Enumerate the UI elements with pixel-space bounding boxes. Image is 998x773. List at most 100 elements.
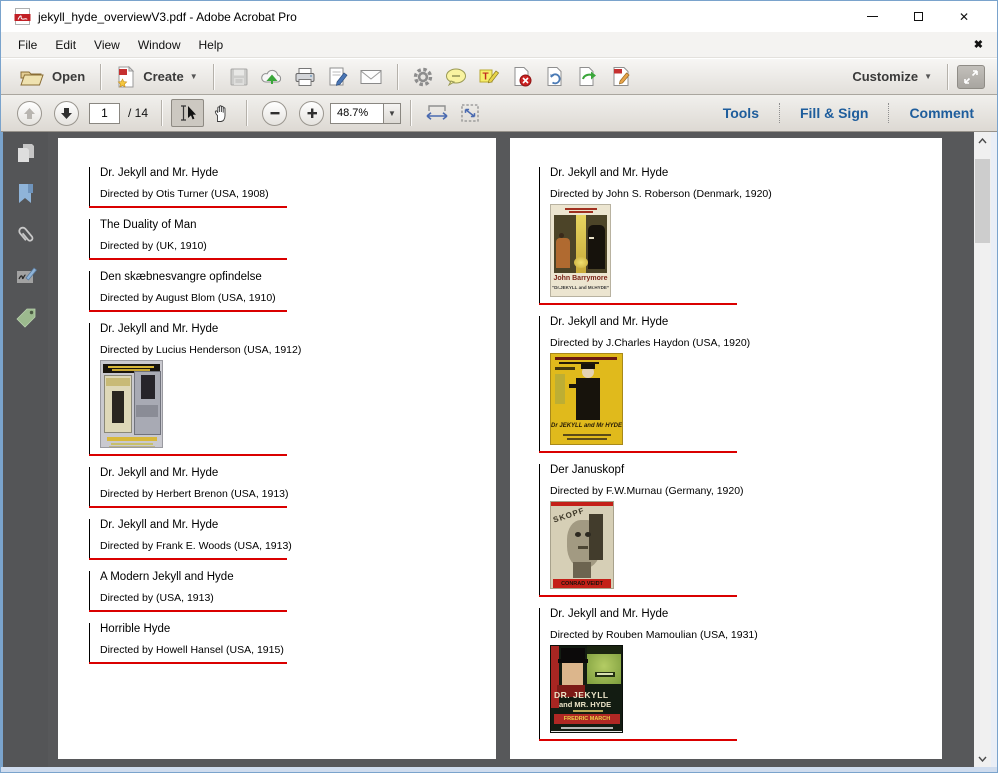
red-rule [539, 303, 737, 305]
vertical-scrollbar[interactable] [974, 132, 991, 767]
edit-form-button[interactable] [605, 63, 638, 91]
tab-fill-sign[interactable]: Fill & Sign [800, 105, 868, 121]
chevron-down-icon: ▼ [924, 72, 932, 81]
tag-icon [14, 305, 38, 329]
maximize-button[interactable] [895, 1, 941, 32]
minimize-icon [867, 16, 878, 17]
zoom-dropdown-button[interactable]: ▼ [384, 103, 401, 124]
tab-tools[interactable]: Tools [723, 105, 759, 121]
paperclip-icon [13, 222, 39, 248]
customize-label: Customize [852, 69, 918, 84]
fit-page-button[interactable] [453, 99, 486, 127]
scroll-down-button[interactable] [974, 750, 991, 767]
poster-art [573, 710, 603, 712]
document-area[interactable]: Dr. Jekyll and Mr. HydeDirected by Otis … [48, 132, 974, 767]
next-page-button[interactable] [54, 101, 79, 126]
signatures-button[interactable] [3, 255, 48, 296]
scrollbar-thumb[interactable] [975, 159, 990, 243]
customize-button[interactable]: Customize ▼ [846, 63, 938, 91]
poster-art [587, 646, 621, 654]
poster-art [569, 384, 577, 388]
close-icon: ✕ [959, 11, 969, 23]
expand-toolbar-button[interactable] [957, 65, 985, 89]
tags-button[interactable] [3, 296, 48, 337]
red-rule [89, 610, 287, 612]
poster-art [588, 225, 605, 269]
separator [246, 100, 247, 126]
red-rule [539, 595, 737, 597]
poster-art [585, 532, 591, 537]
poster-title-text: Dr JEKYLL and Mr HYDE [551, 423, 622, 429]
menu-edit[interactable]: Edit [46, 34, 85, 56]
close-button[interactable]: ✕ [941, 1, 987, 32]
ocr-page-button[interactable] [539, 63, 572, 91]
select-tool-button[interactable] [171, 99, 204, 127]
page-thumbnails-button[interactable] [3, 132, 48, 173]
zoom-in-button[interactable] [299, 101, 324, 126]
fit-width-icon [425, 103, 449, 123]
menu-window[interactable]: Window [129, 34, 190, 56]
printer-icon [294, 67, 316, 87]
movie-poster-januskopf-1920: SKOPF CONRAD VEIDT [550, 501, 614, 589]
navigation-pane [1, 132, 48, 767]
main-area: Dr. Jekyll and Mr. HydeDirected by Otis … [1, 132, 998, 767]
poster-art [106, 378, 130, 386]
preferences-button[interactable] [407, 63, 440, 91]
poster-art [136, 405, 158, 417]
menu-help[interactable]: Help [190, 34, 233, 56]
previous-page-button[interactable] [17, 101, 42, 126]
highlight-text-button[interactable]: T [473, 63, 506, 91]
film-entry: Dr. Jekyll and Mr. HydeDirected by Frank… [89, 519, 301, 560]
close-document-icon[interactable]: ✖ [974, 38, 983, 51]
settings-gear-icon [412, 66, 434, 88]
save-button[interactable] [223, 63, 256, 91]
tab-comment[interactable]: Comment [909, 105, 974, 121]
send-page-button[interactable] [572, 63, 605, 91]
poster-art [107, 437, 157, 441]
attachments-button[interactable] [3, 214, 48, 255]
hand-tool-button[interactable] [204, 99, 237, 127]
menu-view[interactable]: View [85, 34, 129, 56]
minimize-button[interactable] [849, 1, 895, 32]
delete-pages-button[interactable] [506, 63, 539, 91]
film-entry: The Duality of ManDirected by (UK, 1910) [89, 219, 301, 260]
create-label: Create [143, 69, 183, 84]
maximize-icon [914, 12, 923, 21]
page-number-input[interactable] [89, 103, 120, 124]
poster-art [567, 438, 607, 440]
film-credit: Directed by J.Charles Haydon (USA, 1920) [550, 337, 772, 349]
poster-art [565, 208, 597, 210]
arrow-down-icon [60, 107, 73, 120]
bookmarks-button[interactable] [3, 173, 48, 214]
zoom-out-button[interactable] [262, 101, 287, 126]
upload-cloud-button[interactable] [256, 63, 289, 91]
film-credit: Directed by John S. Roberson (Denmark, 1… [550, 188, 772, 200]
film-credit: Directed by Rouben Mamoulian (USA, 1931) [550, 629, 772, 641]
red-rule [539, 739, 737, 741]
separator [410, 100, 411, 126]
poster-art [581, 364, 595, 369]
poster-art [111, 443, 153, 445]
film-entry: A Modern Jekyll and HydeDirected by (USA… [89, 571, 301, 612]
dotted-separator [888, 103, 889, 123]
scroll-up-button[interactable] [974, 132, 991, 149]
menu-file[interactable]: File [9, 34, 46, 56]
open-button[interactable]: Open [13, 63, 91, 91]
film-title: Dr. Jekyll and Mr. Hyde [100, 467, 301, 480]
film-credit: Directed by (UK, 1910) [100, 240, 301, 252]
film-credit: Directed by Howell Hansel (USA, 1915) [100, 644, 301, 656]
minus-icon [269, 107, 281, 119]
sticky-note-button[interactable] [440, 63, 473, 91]
red-rule [89, 206, 287, 208]
poster-art [575, 532, 581, 537]
print-button[interactable] [289, 63, 322, 91]
poster-actor-text: FREDRIC MARCH [554, 716, 620, 722]
create-button[interactable]: Create ▼ [110, 63, 203, 91]
scrolling-mode-button[interactable] [420, 99, 453, 127]
email-button[interactable] [355, 63, 388, 91]
sign-button[interactable] [322, 63, 355, 91]
zoom-level-input[interactable]: 48.7% [330, 103, 384, 124]
sign-page-icon [327, 66, 349, 88]
poster-art [556, 238, 570, 268]
red-rule [89, 454, 287, 456]
